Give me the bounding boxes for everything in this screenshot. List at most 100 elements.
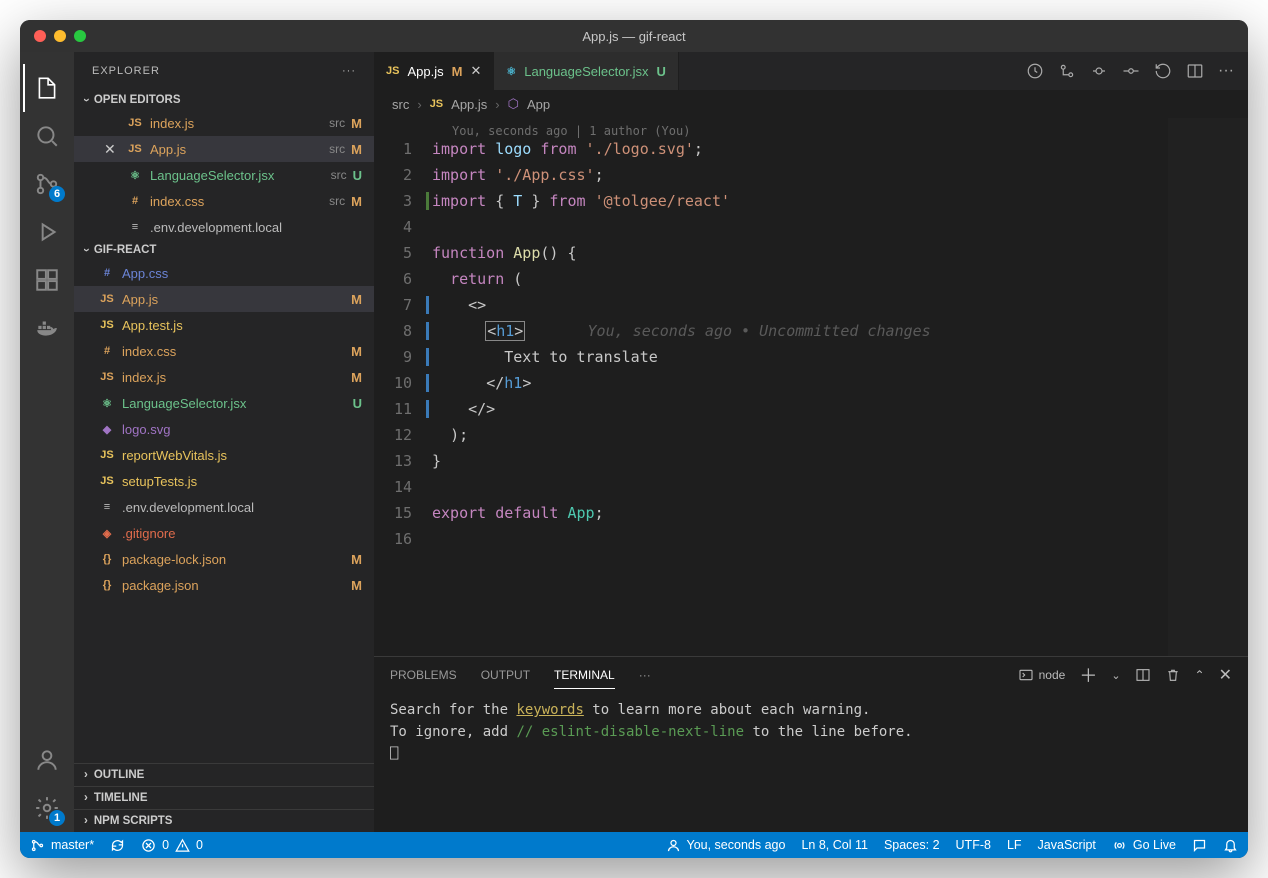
chevron-up-icon[interactable]: ⌃ <box>1195 668 1205 682</box>
split-icon[interactable] <box>1186 62 1204 80</box>
panel-tabs: PROBLEMS OUTPUT TERMINAL ··· node ＋ ⌄ ⌃ … <box>374 657 1248 693</box>
revert-icon[interactable] <box>1154 62 1172 80</box>
docker-icon[interactable] <box>23 304 71 352</box>
panel: PROBLEMS OUTPUT TERMINAL ··· node ＋ ⌄ ⌃ … <box>374 656 1248 832</box>
tree-item[interactable]: JSsetupTests.js <box>74 468 374 494</box>
editor-tab[interactable]: JSApp.jsM✕ <box>374 52 494 90</box>
vscode-window: App.js — gif-react 6 1 EXPLORER ··· ›OPE… <box>20 20 1248 858</box>
tree-item[interactable]: JSindex.jsM <box>74 364 374 390</box>
language-indicator[interactable]: JavaScript <box>1038 838 1096 852</box>
timeline-icon[interactable] <box>1026 62 1044 80</box>
feedback-icon[interactable] <box>1192 838 1207 853</box>
bell-icon[interactable] <box>1223 838 1238 853</box>
open-editor-item[interactable]: ✕JSApp.jssrcM <box>74 136 374 162</box>
editor-tab[interactable]: ⚛LanguageSelector.jsxU <box>494 52 679 90</box>
tab-actions: ··· <box>1012 52 1248 90</box>
close-icon[interactable]: ✕ <box>104 141 120 158</box>
sync-indicator[interactable] <box>110 838 125 853</box>
extensions-icon[interactable] <box>23 256 71 304</box>
chevron-right-icon: › <box>84 769 88 781</box>
body: 6 1 EXPLORER ··· ›OPEN EDITORS JSindex.j… <box>20 52 1248 832</box>
trash-icon[interactable] <box>1165 667 1181 683</box>
more-icon[interactable]: ··· <box>1218 62 1234 80</box>
explorer-label: EXPLORER <box>92 65 160 77</box>
tab-bar: JSApp.jsM✕⚛LanguageSelector.jsxU ··· <box>374 52 1248 90</box>
chevron-down-icon[interactable]: ⌄ <box>1111 669 1120 682</box>
titlebar[interactable]: App.js — gif-react <box>20 20 1248 52</box>
section-open-editors[interactable]: ›OPEN EDITORS <box>74 90 374 110</box>
chevron-right-icon: › <box>84 792 88 804</box>
code-area[interactable]: 1import logo from './logo.svg'; 2import … <box>374 136 1248 552</box>
traffic-lights <box>20 30 86 42</box>
close-window-icon[interactable] <box>34 30 46 42</box>
open-editor-item[interactable]: ⚛LanguageSelector.jsxsrcU <box>74 162 374 188</box>
sidebar: EXPLORER ··· ›OPEN EDITORS JSindex.jssrc… <box>74 52 374 832</box>
search-icon[interactable] <box>23 112 71 160</box>
settings-icon[interactable]: 1 <box>23 784 71 832</box>
tree-item[interactable]: ≡.env.development.local <box>74 494 374 520</box>
branch-indicator[interactable]: master* <box>30 838 94 853</box>
more-icon[interactable]: ··· <box>342 65 356 77</box>
editor[interactable]: You, seconds ago | 1 author (You) 1impor… <box>374 118 1248 656</box>
run-icon[interactable] <box>1090 62 1108 80</box>
tree-item[interactable]: JSApp.jsM <box>74 286 374 312</box>
scm-badge: 6 <box>49 186 65 202</box>
terminal-output[interactable]: Search for the keywords to learn more ab… <box>374 693 1248 832</box>
account-icon[interactable] <box>23 736 71 784</box>
compare-icon[interactable] <box>1058 62 1076 80</box>
section-project[interactable]: ›GIF-REACT <box>74 240 374 260</box>
section-npm-scripts[interactable]: ›NPM SCRIPTS <box>74 809 374 832</box>
open-editor-item[interactable]: JSindex.jssrcM <box>74 110 374 136</box>
shell-selector[interactable]: node <box>1018 667 1066 683</box>
close-icon[interactable]: ✕ <box>470 63 481 79</box>
maximize-window-icon[interactable] <box>74 30 86 42</box>
commit-icon[interactable] <box>1122 62 1140 80</box>
section-outline[interactable]: ›OUTLINE <box>74 763 374 786</box>
settings-badge: 1 <box>49 810 65 826</box>
file-tree: #App.cssJSApp.jsMJSApp.test.js#index.css… <box>74 260 374 763</box>
indent-indicator[interactable]: Spaces: 2 <box>884 838 940 852</box>
tree-item[interactable]: {}package-lock.jsonM <box>74 546 374 572</box>
open-editor-item[interactable]: ≡.env.development.local <box>74 214 374 240</box>
more-icon[interactable]: ··· <box>639 668 651 682</box>
problems-indicator[interactable]: 0 0 <box>141 838 203 853</box>
explorer-icon[interactable] <box>23 64 71 112</box>
encoding-indicator[interactable]: UTF-8 <box>956 838 991 852</box>
blame-indicator[interactable]: You, seconds ago <box>666 838 786 853</box>
minimize-window-icon[interactable] <box>54 30 66 42</box>
inline-blame: You, seconds ago • Uncommitted changes <box>588 322 931 340</box>
tree-item[interactable]: {}package.jsonM <box>74 572 374 598</box>
tree-item[interactable]: ◆logo.svg <box>74 416 374 442</box>
chevron-down-icon: › <box>80 248 92 252</box>
tab-output[interactable]: OUTPUT <box>481 662 530 688</box>
main: JSApp.jsM✕⚛LanguageSelector.jsxU ··· src… <box>374 52 1248 832</box>
split-terminal-icon[interactable] <box>1135 667 1151 683</box>
chevron-down-icon: › <box>80 98 92 102</box>
terminal-cursor: ⎕ <box>390 743 1232 765</box>
eol-indicator[interactable]: LF <box>1007 838 1022 852</box>
debug-icon[interactable] <box>23 208 71 256</box>
activity-bar: 6 1 <box>20 52 74 832</box>
tab-problems[interactable]: PROBLEMS <box>390 662 457 688</box>
open-editor-item[interactable]: #index.csssrcM <box>74 188 374 214</box>
open-editors-list: JSindex.jssrcM✕JSApp.jssrcM⚛LanguageSele… <box>74 110 374 240</box>
new-terminal-icon[interactable]: ＋ <box>1079 662 1097 688</box>
tree-item[interactable]: ⚛LanguageSelector.jsxU <box>74 390 374 416</box>
cursor-position[interactable]: Ln 8, Col 11 <box>801 838 867 852</box>
tree-item[interactable]: JSreportWebVitals.js <box>74 442 374 468</box>
section-timeline[interactable]: ›TIMELINE <box>74 786 374 809</box>
go-live-button[interactable]: Go Live <box>1112 838 1176 853</box>
tab-terminal[interactable]: TERMINAL <box>554 662 615 689</box>
panel-actions: node ＋ ⌄ ⌃ ✕ <box>1018 662 1232 688</box>
chevron-right-icon: › <box>84 815 88 827</box>
tree-item[interactable]: #index.cssM <box>74 338 374 364</box>
status-bar: master* 0 0 You, seconds ago Ln 8, Col 1… <box>20 832 1248 858</box>
close-icon[interactable]: ✕ <box>1219 665 1232 685</box>
breadcrumbs[interactable]: src› JSApp.js› ⬡App <box>374 90 1248 118</box>
tree-item[interactable]: JSApp.test.js <box>74 312 374 338</box>
tree-item[interactable]: ◈.gitignore <box>74 520 374 546</box>
scm-icon[interactable]: 6 <box>23 160 71 208</box>
window-title: App.js — gif-react <box>582 29 685 44</box>
sidebar-header: EXPLORER ··· <box>74 52 374 90</box>
tree-item[interactable]: #App.css <box>74 260 374 286</box>
